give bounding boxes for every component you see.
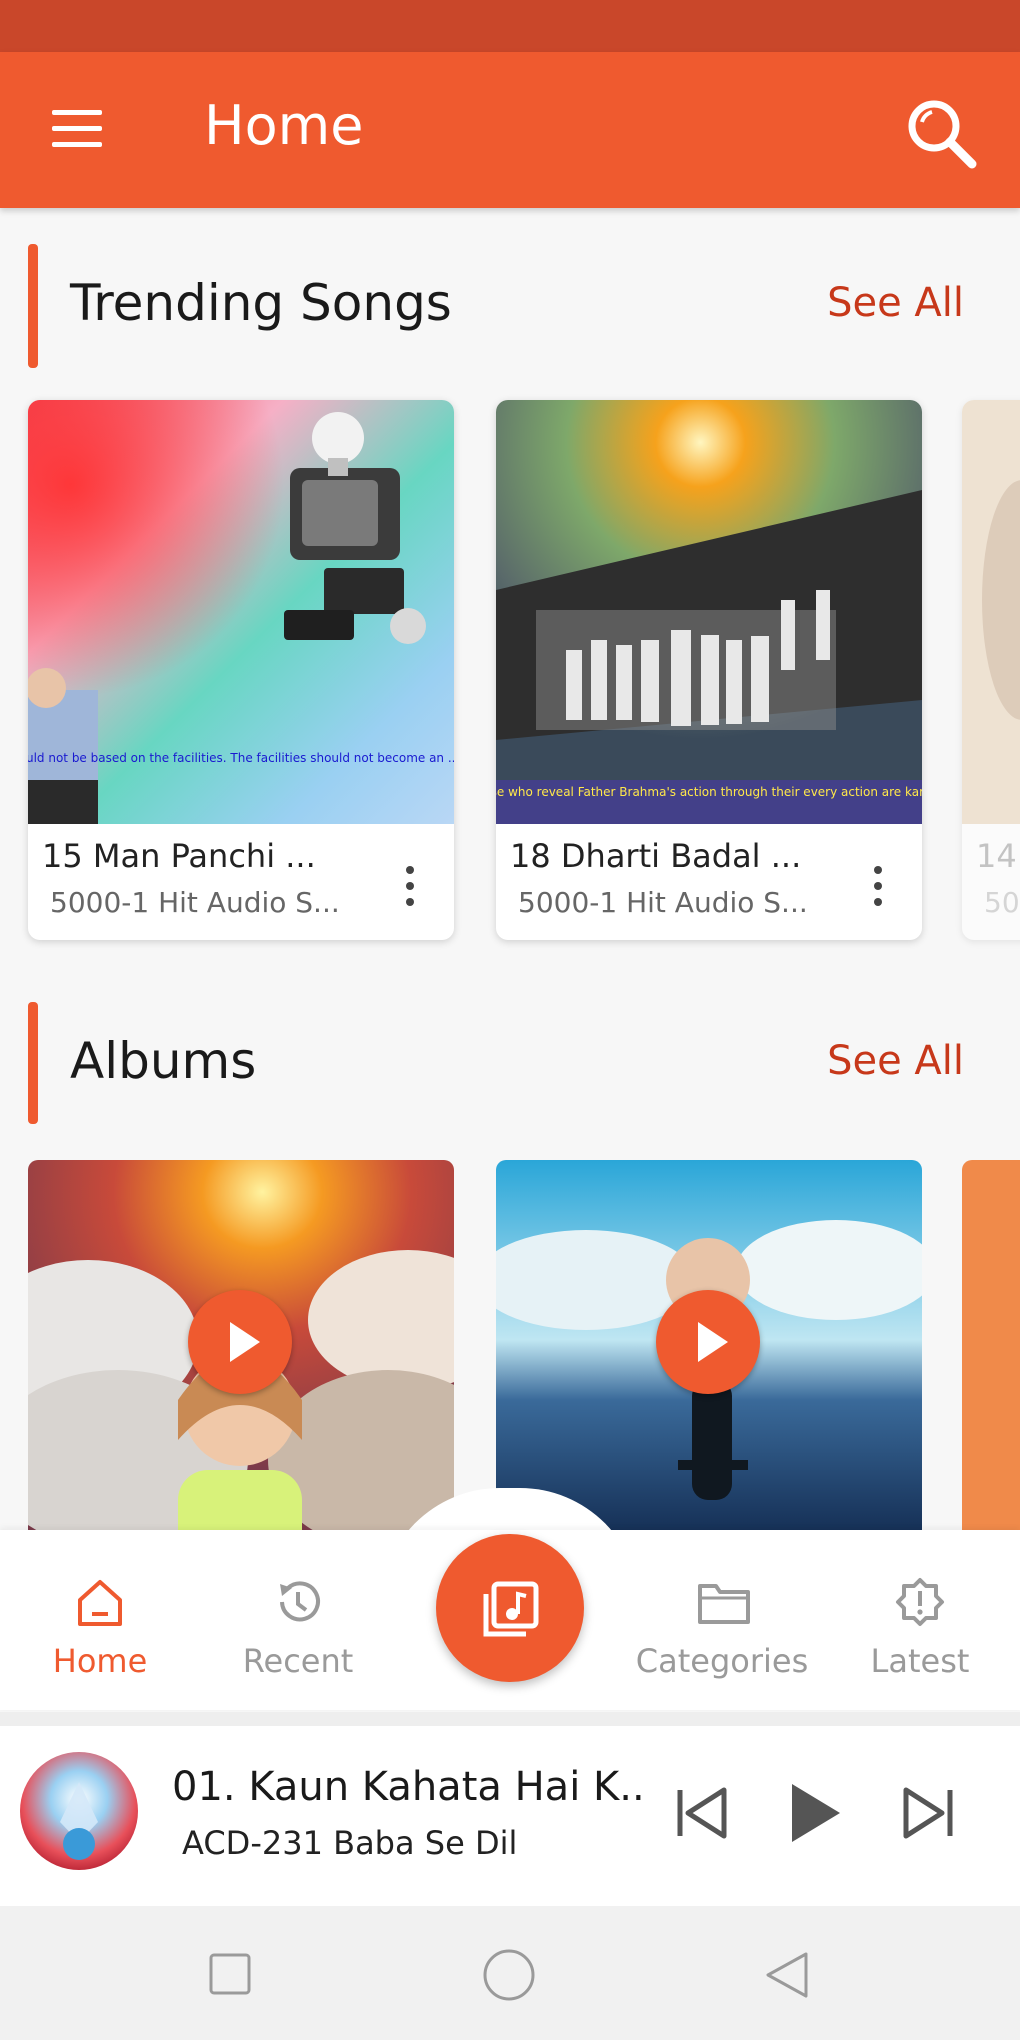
album-artwork	[962, 1160, 1020, 1560]
section-accent-bar	[28, 244, 38, 368]
song-subtitle: 5000-1 Hit Audio S...	[50, 886, 340, 919]
play-icon[interactable]	[188, 1290, 292, 1394]
home-circle-icon[interactable]	[482, 1948, 536, 2002]
song-title: 15 Man Panchi ...	[42, 837, 316, 875]
home-icon	[78, 1580, 122, 1626]
song-card[interactable]: Only those who reveal Father Brahma's ac…	[496, 400, 922, 940]
hamburger-menu-icon[interactable]	[44, 104, 110, 156]
see-all-albums-link[interactable]: See All	[827, 1038, 964, 1084]
page-title: Home	[204, 94, 364, 157]
nav-categories[interactable]: Categories	[622, 1570, 822, 1690]
song-artwork	[962, 400, 1020, 824]
app-bar: Home	[0, 52, 1020, 208]
now-playing-title: 01. Kaun Kahata Hai K..	[172, 1764, 645, 1810]
song-subtitle: 50	[984, 886, 1020, 919]
more-options-icon[interactable]	[390, 860, 430, 920]
see-all-trending-link[interactable]: See All	[827, 280, 964, 326]
artwork-caption: Only those who reveal Father Brahma's ac…	[496, 785, 922, 799]
search-icon[interactable]	[900, 94, 980, 174]
folder-icon	[698, 1584, 750, 1624]
play-icon[interactable]	[788, 1780, 844, 1846]
album-tile[interactable]	[28, 1160, 454, 1560]
album-tile[interactable]	[962, 1160, 1020, 1560]
song-title: 14	[976, 837, 1017, 875]
recents-square-icon[interactable]	[208, 1952, 252, 1996]
nav-label: Categories	[635, 1642, 809, 1680]
back-triangle-icon[interactable]	[762, 1950, 812, 2000]
music-library-icon	[483, 1581, 539, 1637]
divider	[0, 1712, 1020, 1726]
now-playing-bar[interactable]: 01. Kaun Kahata Hai K.. ACD-231 Baba Se …	[0, 1726, 1020, 1906]
history-icon	[280, 1581, 320, 1622]
more-options-icon[interactable]	[858, 860, 898, 920]
nav-label: Latest	[870, 1642, 970, 1680]
artwork-caption: Your spiritual endeavour should not be b…	[28, 751, 454, 765]
song-title: 18 Dharti Badal ...	[510, 837, 802, 875]
status-bar	[0, 0, 1020, 52]
skip-next-icon[interactable]	[900, 1784, 958, 1842]
song-subtitle: 5000-1 Hit Audio S...	[518, 886, 808, 919]
now-playing-thumbnail	[20, 1752, 138, 1870]
nav-label: Home	[52, 1642, 148, 1680]
song-artwork: Only those who reveal Father Brahma's ac…	[496, 400, 922, 824]
nav-home[interactable]: Home	[0, 1570, 200, 1690]
song-card[interactable]: 14 50	[962, 400, 1020, 940]
now-playing-album: ACD-231 Baba Se Dil	[182, 1824, 518, 1862]
system-navigation-bar	[0, 1906, 1020, 2040]
song-card[interactable]: Your spiritual endeavour should not be b…	[28, 400, 454, 940]
music-library-button[interactable]	[436, 1534, 584, 1682]
nav-recent[interactable]: Recent	[198, 1570, 398, 1690]
song-artwork: Your spiritual endeavour should not be b…	[28, 400, 454, 824]
nav-latest[interactable]: Latest	[820, 1570, 1020, 1690]
section-title-trending: Trending Songs	[70, 274, 452, 332]
section-accent-bar	[28, 1002, 38, 1124]
play-icon[interactable]	[656, 1290, 760, 1394]
nav-label: Recent	[242, 1642, 354, 1680]
badge-alert-icon	[896, 1578, 944, 1626]
skip-previous-icon[interactable]	[672, 1784, 730, 1842]
section-title-albums: Albums	[70, 1032, 257, 1090]
